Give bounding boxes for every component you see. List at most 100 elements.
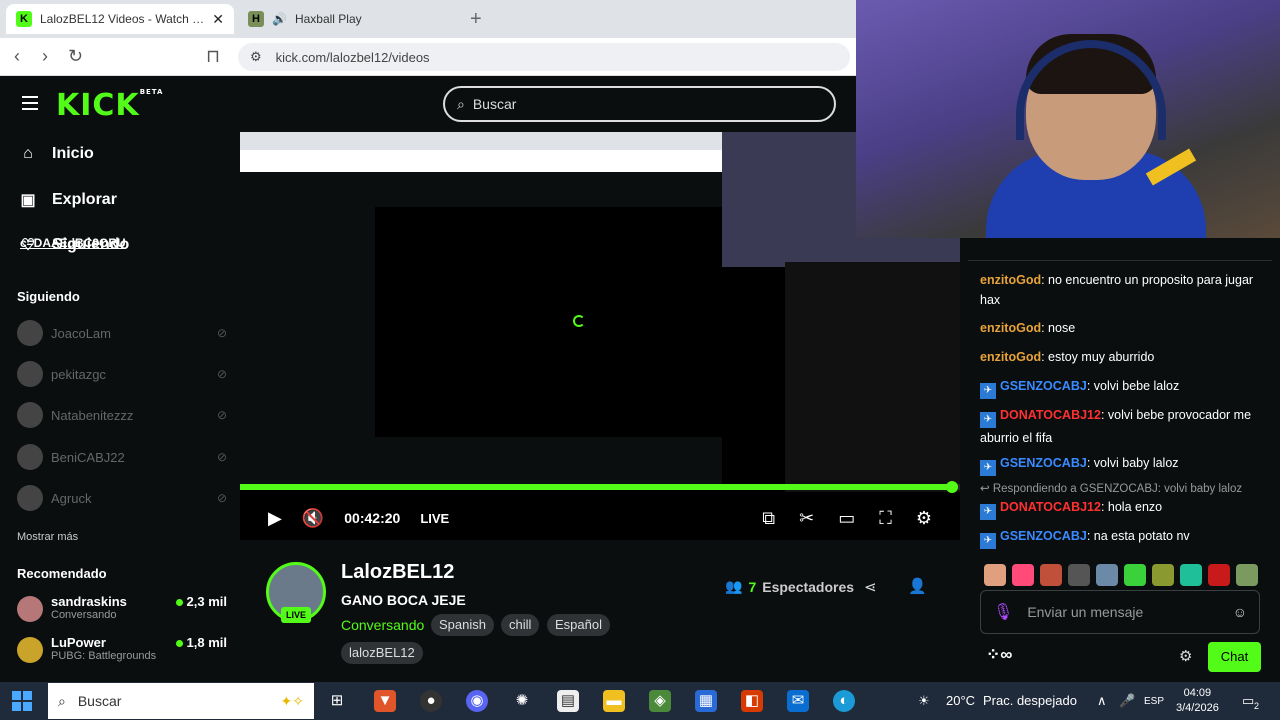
theater-icon[interactable]: ▭ [838, 508, 855, 529]
discord-icon[interactable]: ◉ [466, 690, 488, 712]
notifications-icon[interactable]: ▭ [1242, 693, 1254, 709]
following-item[interactable]: Agruck ⊘ [17, 485, 227, 511]
channel-points-icon[interactable]: ⁘∞ [986, 645, 1012, 665]
file-icon[interactable]: ▤ [557, 690, 579, 712]
progress-handle[interactable] [946, 481, 958, 493]
badge-icon: ✈ [980, 383, 996, 399]
forward-icon[interactable]: › [42, 46, 48, 67]
chat-user[interactable]: enzitoGod [980, 273, 1041, 287]
office-icon[interactable]: ◧ [741, 690, 763, 712]
nav-explorar[interactable]: ▣ Explorar [20, 190, 116, 210]
chat-user[interactable]: GSENZOCABJ [1000, 529, 1087, 543]
emote-icon[interactable] [1040, 564, 1062, 586]
follow-icon[interactable]: 👤 [908, 577, 927, 595]
following-item[interactable]: BeniCABJ22 ⊘ [17, 444, 227, 470]
pinned-code[interactable]: c=DAAEdBC9ORU [20, 236, 126, 250]
progress-bar[interactable] [240, 481, 960, 493]
tray-chevron-icon[interactable]: ∧ [1097, 693, 1107, 709]
tag-channel[interactable]: lalozBEL12 [341, 642, 423, 664]
avatar [17, 320, 43, 346]
emote-icon[interactable] [1152, 564, 1174, 586]
pip-icon[interactable]: ⧉ [762, 508, 775, 529]
recommended-item[interactable]: sandraskins Conversando 2,3 mil [17, 594, 227, 622]
weather-desc[interactable]: Prac. despejado [983, 693, 1077, 708]
mail-icon[interactable]: ✉ [787, 690, 809, 712]
chat-user[interactable]: DONATOCABJ12 [1000, 408, 1101, 422]
video-player[interactable]: ▶ 🔇 00:42:20 LIVE ⧉ ✂ ▭ ⛶ ⚙ [240, 132, 960, 540]
emote-icon[interactable] [1124, 564, 1146, 586]
search-icon: ⌕ [58, 692, 66, 709]
obs-icon[interactable]: ● [420, 690, 442, 712]
edge-icon[interactable]: ◐ [833, 690, 855, 712]
chat-text: : volvi baby laloz [1086, 456, 1179, 470]
close-tab-icon[interactable]: ✕ [212, 11, 224, 28]
chat-user[interactable]: enzitoGod [980, 321, 1041, 335]
following-item[interactable]: Natabenitezzz ⊘ [17, 402, 227, 428]
folder-icon[interactable]: ▬ [603, 690, 625, 712]
store-icon[interactable]: ▦ [695, 690, 717, 712]
nested-tab-bar [240, 132, 722, 150]
audio-icon[interactable]: 🔊 [272, 12, 287, 26]
app-icon[interactable]: ✺ [511, 690, 533, 712]
chat-user[interactable]: DONATOCABJ12 [1000, 500, 1101, 514]
emoji-icon[interactable]: ☺ [1233, 604, 1247, 620]
recommended-item[interactable]: LuPower PUBG: Battlegrounds 1,8 mil [17, 635, 227, 663]
back-icon[interactable]: ‹ [14, 46, 20, 67]
mic-tray-icon[interactable]: 🎤 [1119, 693, 1135, 709]
task-view-icon[interactable]: ⊞ [326, 690, 348, 712]
offline-icon: ⊘ [216, 408, 227, 422]
clock[interactable]: 04:09 3/4/2026 [1176, 686, 1219, 716]
live-badge: LIVE [281, 607, 311, 623]
emote-icon[interactable] [1012, 564, 1034, 586]
play-icon[interactable]: ▶ [268, 508, 282, 529]
emote-icon[interactable] [1236, 564, 1258, 586]
mic-icon[interactable]: 🎙 [993, 602, 1013, 622]
search-input[interactable]: ⌕ Buscar [443, 86, 836, 122]
emote-icon[interactable] [984, 564, 1006, 586]
show-more-link[interactable]: Mostrar más [17, 531, 78, 543]
weather-temp[interactable]: 20°C [946, 693, 975, 708]
bookmark-icon[interactable]: ⊓ [206, 46, 220, 67]
stream-category[interactable]: Conversando [341, 617, 424, 633]
clip-icon[interactable]: ✂ [799, 508, 814, 529]
tab-haxball[interactable]: H 🔊 Haxball Play [238, 4, 466, 34]
tag-spanish[interactable]: Spanish [431, 614, 494, 636]
address-bar: ‹ › ↻ ⊓ ⚙ kick.com/lalozbel12/videos [0, 38, 856, 76]
following-item[interactable]: pekitazgc ⊘ [17, 361, 227, 387]
reload-icon[interactable]: ↻ [68, 46, 83, 67]
site-info-icon[interactable]: ⚙ [250, 49, 262, 65]
url-field[interactable]: ⚙ kick.com/lalozbel12/videos [238, 43, 850, 71]
weather-icon[interactable]: ☀ [918, 693, 930, 709]
taskbar-search[interactable]: ⌕ Buscar ✦✧ [48, 683, 314, 719]
following-item[interactable]: JoacoLam ⊘ [17, 320, 227, 346]
emote-icon[interactable] [1208, 564, 1230, 586]
emote-icon[interactable] [1068, 564, 1090, 586]
share-icon[interactable]: ⋖ [864, 578, 877, 596]
chat-user[interactable]: enzitoGod [980, 350, 1041, 364]
mute-icon[interactable]: 🔇 [302, 508, 324, 529]
tag-chill[interactable]: chill [501, 614, 540, 636]
menu-icon[interactable] [22, 96, 38, 110]
live-label[interactable]: LIVE [420, 511, 449, 526]
chat-send-button[interactable]: Chat [1208, 642, 1261, 672]
chat-input[interactable]: 🎙 Enviar un mensaje ☺ [980, 590, 1260, 634]
fullscreen-icon[interactable]: ⛶ [879, 508, 892, 529]
emote-icon[interactable] [1180, 564, 1202, 586]
kick-logo[interactable]: KICKBETA [56, 88, 163, 123]
chat-user[interactable]: GSENZOCABJ [1000, 379, 1087, 393]
app-icon[interactable]: ◈ [649, 690, 671, 712]
chat-settings-icon[interactable]: ⚙ [1179, 647, 1192, 665]
tag-espanol[interactable]: Español [547, 614, 610, 636]
channel-name[interactable]: LalozBEL12 [341, 561, 454, 584]
brave-icon[interactable]: ▼ [374, 690, 396, 712]
nav-inicio[interactable]: ⌂ Inicio [20, 145, 94, 163]
settings-icon[interactable]: ⚙ [916, 508, 932, 529]
language-indicator[interactable]: ESP [1144, 696, 1164, 707]
badge-icon: ✈ [980, 504, 996, 520]
chat-user[interactable]: GSENZOCABJ [1000, 456, 1087, 470]
new-tab-button[interactable]: + [470, 8, 482, 31]
viewer-count: 2,3 mil [186, 594, 227, 609]
emote-icon[interactable] [1096, 564, 1118, 586]
tab-kick-videos[interactable]: K LalozBEL12 Videos - Watch On-D ✕ [6, 4, 234, 34]
windows-start-icon[interactable] [12, 691, 32, 711]
